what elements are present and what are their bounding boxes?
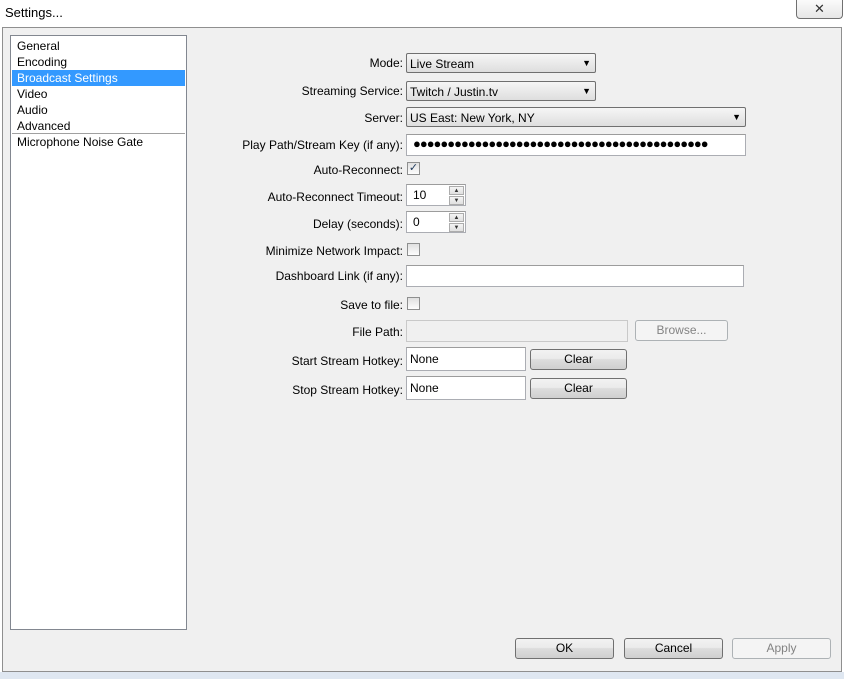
- chevron-down-icon: ▼: [582, 86, 591, 96]
- apply-button[interactable]: Apply: [732, 638, 831, 659]
- sidebar-item-video[interactable]: Video: [12, 86, 185, 102]
- auto-reconnect-timeout-label: Auto-Reconnect Timeout:: [267, 190, 403, 204]
- browse-button[interactable]: Browse...: [635, 320, 728, 341]
- auto-reconnect-timeout-spinbox[interactable]: 10 ▲ ▼: [406, 184, 466, 206]
- start-stream-hotkey-label: Start Stream Hotkey:: [291, 354, 403, 368]
- sidebar-item-encoding[interactable]: Encoding: [12, 54, 185, 70]
- sidebar-item-general[interactable]: General: [12, 38, 185, 54]
- streaming-service-dropdown[interactable]: Twitch / Justin.tv ▼: [406, 81, 596, 101]
- spin-down-icon[interactable]: ▼: [449, 223, 464, 232]
- delay-label: Delay (seconds):: [312, 217, 403, 231]
- stream-key-field[interactable]: ●●●●●●●●●●●●●●●●●●●●●●●●●●●●●●●●●●●●●●●●…: [406, 134, 746, 156]
- delay-value: 0: [413, 215, 420, 229]
- stop-stream-hotkey-value: None: [410, 381, 439, 395]
- ok-button[interactable]: OK: [515, 638, 614, 659]
- save-to-file-label: Save to file:: [340, 298, 403, 312]
- mode-value: Live Stream: [410, 57, 475, 71]
- background-strip: [0, 672, 844, 679]
- title-bar: Settings... ✕: [0, 0, 844, 27]
- server-value: US East: New York, NY: [410, 111, 535, 125]
- auto-reconnect-timeout-value: 10: [413, 188, 427, 202]
- start-stream-hotkey-value: None: [410, 352, 439, 366]
- start-stream-hotkey-field[interactable]: None: [406, 347, 526, 371]
- file-path-label: File Path:: [352, 325, 403, 339]
- chevron-down-icon: ▼: [732, 112, 741, 122]
- close-icon: ✕: [814, 1, 825, 16]
- cancel-button[interactable]: Cancel: [624, 638, 723, 659]
- minimize-network-impact-checkbox[interactable]: [407, 243, 420, 256]
- sidebar-item-microphone-noise-gate[interactable]: Microphone Noise Gate: [12, 134, 185, 150]
- clear-stop-hotkey-button[interactable]: Clear: [530, 378, 627, 399]
- stream-key-masked-value: ●●●●●●●●●●●●●●●●●●●●●●●●●●●●●●●●●●●●●●●●…: [413, 136, 709, 151]
- minimize-network-impact-label: Minimize Network Impact:: [265, 244, 403, 258]
- sidebar-item-audio[interactable]: Audio: [12, 102, 185, 118]
- server-dropdown[interactable]: US East: New York, NY ▼: [406, 107, 746, 127]
- spin-down-icon[interactable]: ▼: [449, 196, 464, 205]
- sidebar-item-broadcast-settings[interactable]: Broadcast Settings: [12, 70, 185, 86]
- mode-label: Mode:: [369, 56, 403, 70]
- save-to-file-checkbox[interactable]: [407, 297, 420, 310]
- clear-start-hotkey-button[interactable]: Clear: [530, 349, 627, 370]
- delay-spinbox[interactable]: 0 ▲ ▼: [406, 211, 466, 233]
- close-button[interactable]: ✕: [796, 0, 843, 19]
- server-label: Server:: [364, 111, 403, 125]
- settings-category-list: General Encoding Broadcast Settings Vide…: [10, 35, 187, 630]
- streaming-service-value: Twitch / Justin.tv: [410, 85, 499, 99]
- chevron-down-icon: ▼: [582, 58, 591, 68]
- file-path-field[interactable]: [406, 320, 628, 342]
- stop-stream-hotkey-field[interactable]: None: [406, 376, 526, 400]
- dashboard-link-label: Dashboard Link (if any):: [275, 269, 403, 283]
- auto-reconnect-label: Auto-Reconnect:: [313, 163, 403, 177]
- window-title: Settings...: [5, 5, 63, 20]
- streaming-service-label: Streaming Service:: [301, 84, 403, 98]
- mode-dropdown[interactable]: Live Stream ▼: [406, 53, 596, 73]
- sidebar-item-advanced[interactable]: Advanced: [12, 118, 185, 134]
- dashboard-link-field[interactable]: [406, 265, 744, 287]
- auto-reconnect-checkbox[interactable]: ✓: [407, 162, 420, 175]
- spin-up-icon[interactable]: ▲: [449, 213, 464, 222]
- stream-key-label: Play Path/Stream Key (if any):: [242, 138, 403, 152]
- stop-stream-hotkey-label: Stop Stream Hotkey:: [292, 383, 403, 397]
- spin-up-icon[interactable]: ▲: [449, 186, 464, 195]
- check-icon: ✓: [408, 162, 419, 174]
